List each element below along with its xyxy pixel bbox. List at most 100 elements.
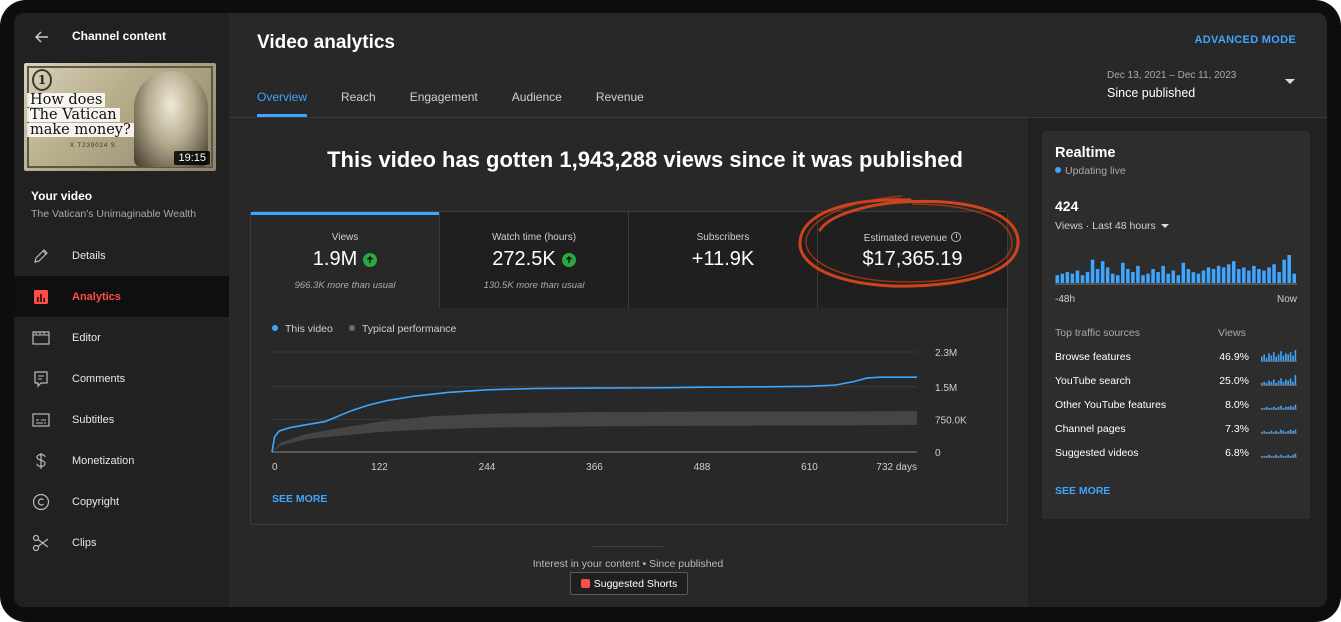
realtime-title: Realtime <box>1055 145 1116 161</box>
tab-reach[interactable]: Reach <box>341 90 376 117</box>
sidebar-item-comments[interactable]: Comments <box>14 358 229 399</box>
sparkline-bar <box>1280 429 1282 433</box>
realtime-bar <box>1252 265 1256 283</box>
sparkline-bar <box>1261 455 1263 457</box>
sidebar: Channel content 1 How does The Vatican m… <box>14 13 229 607</box>
realtime-bar <box>1065 272 1070 283</box>
back-arrow-icon[interactable] <box>32 27 52 47</box>
tab-revenue[interactable]: Revenue <box>596 90 644 117</box>
date-range-text[interactable]: Dec 13, 2021 – Dec 11, 2023 <box>1107 70 1236 81</box>
thumbnail-coin: 1 <box>32 69 52 91</box>
sparkline-bar <box>1277 455 1280 457</box>
traffic-source-name: Browse features <box>1055 351 1131 363</box>
realtime-bar <box>1201 270 1206 283</box>
sparkline-bar <box>1285 406 1287 409</box>
sparkline-bar <box>1277 380 1280 385</box>
realtime-bar <box>1156 272 1160 283</box>
chevron-down-icon[interactable] <box>1285 79 1295 84</box>
device-frame: Channel content 1 How does The Vatican m… <box>0 0 1341 622</box>
analytics-icon <box>31 287 51 307</box>
metric-note: 130.5K more than usual <box>483 280 585 291</box>
traffic-sparkline <box>1261 404 1297 410</box>
traffic-row[interactable]: Channel pages 7.3% <box>1055 423 1297 439</box>
metric-estimated-revenue[interactable]: Estimated revenue $17,365.19 <box>818 212 1007 308</box>
sparkline-bar <box>1280 351 1282 361</box>
sparkline-bar <box>1289 405 1292 409</box>
traffic-source-percent: 6.8% <box>1225 447 1249 459</box>
scissors-icon <box>31 533 51 553</box>
tab-engagement[interactable]: Engagement <box>410 90 478 117</box>
sidebar-item-analytics[interactable]: Analytics <box>14 276 229 317</box>
realtime-bar <box>1221 267 1226 283</box>
date-range-selector[interactable]: Since published <box>1107 86 1195 100</box>
realtime-bar <box>1191 272 1196 283</box>
sidebar-item-label: Clips <box>72 536 97 549</box>
sparkline-bar <box>1292 355 1294 361</box>
y-tick-label: 0 <box>935 448 941 459</box>
traffic-row[interactable]: Suggested videos 6.8% <box>1055 447 1297 463</box>
sparkline-bar <box>1289 378 1292 385</box>
y-tick-label: 1.5M <box>935 383 957 394</box>
traffic-source-percent: 7.3% <box>1225 423 1249 435</box>
sparkline-bar <box>1275 382 1277 385</box>
tab-overview[interactable]: Overview <box>257 90 308 117</box>
sparkline-bar <box>1294 429 1297 433</box>
metric-tabs: Views 1.9M 966.3K more than usual Watch … <box>251 212 1007 308</box>
realtime-bar <box>1211 269 1216 283</box>
video-duration: 19:15 <box>174 151 210 165</box>
sparkline-bar <box>1294 404 1297 409</box>
realtime-bar <box>1166 273 1170 283</box>
tab-audience[interactable]: Audience <box>512 90 562 117</box>
legend-dot-icon <box>348 325 355 331</box>
sparkline-bar <box>1265 382 1268 385</box>
sidebar-item-editor[interactable]: Editor <box>14 317 229 358</box>
metric-value-row: +11.9K <box>629 248 817 271</box>
metric-value-row: 272.5K <box>440 248 628 271</box>
sparkline-bar <box>1270 381 1273 385</box>
see-more-link[interactable]: SEE MORE <box>272 493 327 505</box>
sparkline-bar <box>1292 381 1294 385</box>
clock-icon <box>951 232 962 242</box>
metric-views[interactable]: Views 1.9M 966.3K more than usual <box>251 212 440 308</box>
sparkline-bar <box>1292 430 1294 433</box>
sidebar-item-details[interactable]: Details <box>14 235 229 276</box>
sparkline-bar <box>1270 455 1273 457</box>
video-thumbnail[interactable]: 1 How does The Vatican make money? X T23… <box>24 63 216 171</box>
sidebar-item-clips[interactable]: Clips <box>14 522 229 563</box>
metric-label-text: Estimated revenue <box>863 233 948 244</box>
realtime-bar <box>1110 273 1115 283</box>
subtitles-icon <box>31 410 51 430</box>
traffic-row[interactable]: Browse features 46.9% <box>1055 350 1297 367</box>
right-column: Realtime Updating live 424 Views · Last … <box>1028 118 1327 607</box>
x-tick-label: 732 days <box>876 462 917 473</box>
realtime-bar <box>1075 270 1080 283</box>
video-title: The Vatican's Unimaginable Wealth <box>31 208 197 220</box>
realtime-bar <box>1060 273 1065 283</box>
traffic-row[interactable]: Other YouTube features 8.0% <box>1055 399 1297 415</box>
sparkline-bar <box>1275 407 1277 409</box>
metric-subscribers[interactable]: Subscribers +11.9K <box>629 212 818 308</box>
metric-value-row: $17,365.19 <box>818 248 1007 271</box>
realtime-bar <box>1181 262 1186 283</box>
sparkline-bar <box>1261 356 1263 361</box>
sidebar-item-subtitles[interactable]: Subtitles <box>14 399 229 440</box>
thumbnail-line: The Vatican <box>27 108 120 122</box>
x-tick-label: 488 <box>694 462 711 473</box>
y-tick-label: 2.3M <box>935 348 957 359</box>
metric-watch-time[interactable]: Watch time (hours) 272.5K 130.5K more th… <box>440 212 629 308</box>
realtime-bar <box>1216 265 1221 283</box>
realtime-period-dropdown[interactable]: Views · Last 48 hours <box>1055 220 1169 232</box>
typical-performance-band <box>272 411 917 452</box>
see-more-link[interactable]: SEE MORE <box>1055 485 1110 497</box>
traffic-source-name: Suggested videos <box>1055 447 1139 459</box>
realtime-count: 424 <box>1055 198 1079 214</box>
sparkline-bar <box>1282 430 1285 433</box>
live-label: Updating live <box>1065 165 1126 177</box>
realtime-bar <box>1095 269 1100 283</box>
advanced-mode-button[interactable]: ADVANCED MODE <box>1195 34 1296 46</box>
sidebar-item-monetization[interactable]: Monetization <box>14 440 229 481</box>
traffic-row[interactable]: YouTube search 25.0% <box>1055 375 1297 391</box>
suggested-shorts-button[interactable]: Suggested Shorts <box>570 572 688 595</box>
metric-label: Estimated revenue <box>818 232 1007 244</box>
sidebar-item-copyright[interactable]: Copyright <box>14 481 229 522</box>
